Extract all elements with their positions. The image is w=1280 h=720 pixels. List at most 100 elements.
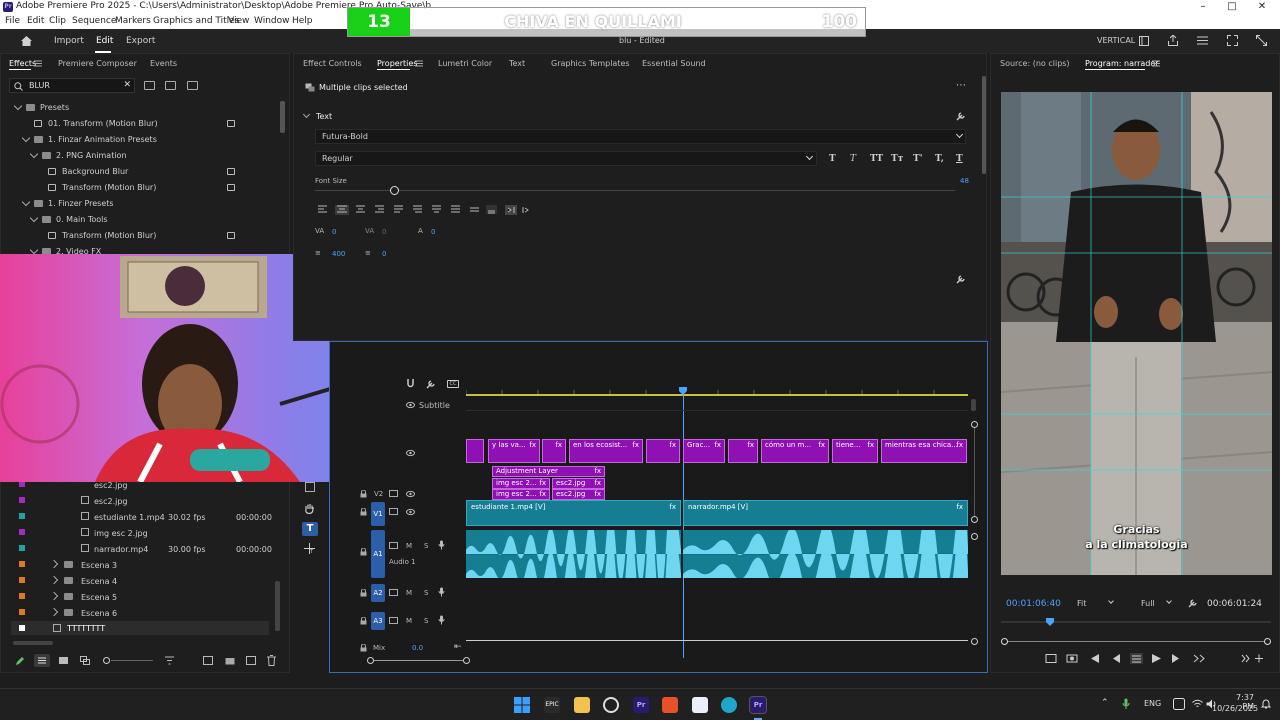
tree-item[interactable]: 01. Transform (Motion Blur) xyxy=(48,119,158,128)
bin-item[interactable]: Escena 5 xyxy=(81,593,117,602)
leading-value[interactable]: 0 xyxy=(382,250,386,258)
icon-view-icon[interactable] xyxy=(59,657,68,664)
caption-clip[interactable]: y las va... fx xyxy=(488,439,540,463)
phone-link-icon[interactable] xyxy=(1173,698,1185,710)
quality-dropdown[interactable]: Full xyxy=(1141,599,1155,608)
wrench-icon[interactable] xyxy=(426,379,436,389)
search-input[interactable]: BLUR xyxy=(29,81,50,90)
image-clip[interactable]: img esc 2... fx xyxy=(492,489,550,500)
tab-menu-icon[interactable] xyxy=(34,60,42,67)
menu-view[interactable]: View xyxy=(228,16,249,26)
caption-clip[interactable]: fx xyxy=(542,439,566,463)
caption-line-1[interactable]: Gracias xyxy=(1001,523,1272,536)
project-item-name[interactable]: img esc 2.jpg xyxy=(94,529,148,538)
program-mini-ruler[interactable] xyxy=(1001,621,1271,623)
zoom-dropdown[interactable]: Fit xyxy=(1077,599,1086,608)
more-options-icon[interactable]: ⋯ xyxy=(956,80,966,91)
type-tool-icon[interactable]: T xyxy=(302,522,318,536)
bin-item[interactable]: Escena 4 xyxy=(81,577,117,586)
superscript-button[interactable]: T' xyxy=(913,154,922,164)
panel-layout-icon[interactable] xyxy=(1139,36,1149,46)
zoom-bar-handle-left[interactable] xyxy=(1001,638,1008,645)
tab-import[interactable]: Import xyxy=(54,36,84,46)
captions-icon[interactable]: CC xyxy=(447,380,459,388)
find-icon[interactable] xyxy=(225,656,235,665)
32bit-effects-icon[interactable] xyxy=(165,81,176,90)
baseline-value[interactable]: 0 xyxy=(431,228,435,236)
tab-menu-icon[interactable] xyxy=(415,60,423,67)
menu-file[interactable]: File xyxy=(5,16,20,26)
menu-lines-icon[interactable] xyxy=(1197,36,1208,45)
font-size-slider-track[interactable] xyxy=(315,190,955,191)
track-target-a1[interactable]: A1 xyxy=(371,530,385,578)
expand-caret-icon[interactable] xyxy=(21,197,31,207)
caption-clip[interactable]: mientras esa chica... fx xyxy=(881,439,967,463)
subtitle-track-lane[interactable] xyxy=(466,399,968,411)
menu-markers[interactable]: Markers xyxy=(115,16,151,26)
project-item-name[interactable]: estudiante 1.mp4 xyxy=(94,513,165,522)
tab-program[interactable]: Program: narrador xyxy=(1085,59,1159,68)
eye-icon[interactable] xyxy=(406,449,415,457)
font-style-dropdown[interactable]: Regular xyxy=(315,151,817,166)
kerning-value[interactable]: 0 xyxy=(332,228,336,236)
tsume-value[interactable]: 400 xyxy=(332,250,345,258)
tab-premiere-composer[interactable]: Premiere Composer xyxy=(58,59,137,68)
sync-lock-icon[interactable] xyxy=(389,542,398,549)
wifi-icon[interactable] xyxy=(1192,699,1203,709)
trash-icon[interactable] xyxy=(267,655,276,666)
expand-caret-icon[interactable] xyxy=(29,213,39,223)
video-scroll-handle[interactable] xyxy=(971,516,978,523)
close-button[interactable]: ✕ xyxy=(1247,1,1277,12)
pen-tool-icon[interactable] xyxy=(305,482,315,492)
caption-line-2[interactable]: a la climatologia xyxy=(1001,538,1272,551)
file-explorer-icon[interactable] xyxy=(574,697,590,713)
mix-scroll-handle[interactable] xyxy=(971,638,978,645)
tab-text[interactable]: Text xyxy=(509,59,525,68)
tree-item[interactable]: Transform (Motion Blur) xyxy=(62,183,156,192)
expand-caret-icon[interactable] xyxy=(29,149,39,159)
tree-item[interactable]: 0. Main Tools xyxy=(56,215,108,224)
share-icon[interactable] xyxy=(1168,35,1178,46)
menu-edit[interactable]: Edit xyxy=(27,16,44,26)
menu-graphics-titles[interactable]: Graphics and Titles xyxy=(153,16,239,26)
project-item-name[interactable]: esc2.jpg xyxy=(94,481,128,490)
caption-clip[interactable]: Grac... fx xyxy=(683,439,725,463)
mute-button[interactable]: M xyxy=(406,589,412,597)
horizontal-scrollbar[interactable] xyxy=(13,641,53,645)
tree-item[interactable]: Transform (Motion Blur) xyxy=(62,231,156,240)
lock-icon[interactable] xyxy=(360,490,367,498)
track-target-v1[interactable]: V1 xyxy=(371,502,385,526)
menu-clip[interactable]: Clip xyxy=(49,16,66,26)
tree-item[interactable]: Presets xyxy=(40,103,69,112)
home-icon[interactable] xyxy=(20,35,33,47)
tab-lumetri-color[interactable]: Lumetri Color xyxy=(438,59,492,68)
menu-help[interactable]: Help xyxy=(292,16,313,26)
solo-button[interactable]: S xyxy=(424,589,428,597)
program-video-frame[interactable]: Gracias a la climatologia xyxy=(1001,92,1272,575)
snap-icon[interactable] xyxy=(406,379,415,388)
transport-controls[interactable] xyxy=(1045,653,1275,664)
image-clip[interactable]: esc2.jpg fx xyxy=(552,478,605,489)
menu-sequence[interactable]: Sequence xyxy=(72,16,116,26)
eye-icon[interactable] xyxy=(406,490,415,498)
expand-caret-icon[interactable] xyxy=(49,591,59,601)
maximize-button[interactable]: □ xyxy=(1217,1,1247,12)
lock-icon[interactable] xyxy=(360,617,367,625)
expand-caret-icon[interactable] xyxy=(13,101,23,111)
timeline-horizontal-scrollbar[interactable] xyxy=(373,660,467,661)
wrench-icon[interactable] xyxy=(956,111,966,121)
tab-graphics-templates[interactable]: Graphics Templates xyxy=(551,59,630,68)
all-caps-button[interactable]: TT xyxy=(870,154,883,164)
tray-overflow-icon[interactable]: ⌃ xyxy=(1101,698,1109,708)
crosshair-tool-icon[interactable]: T xyxy=(304,543,315,554)
brave-browser-icon[interactable] xyxy=(662,697,678,713)
lock-icon[interactable] xyxy=(360,548,367,556)
mix-expand-icon[interactable]: ⇤ xyxy=(454,642,462,652)
tab-menu-icon[interactable] xyxy=(1152,60,1160,67)
program-playhead[interactable] xyxy=(1046,618,1054,626)
tree-item[interactable]: Background Blur xyxy=(62,167,128,176)
track-target-a3[interactable]: A3 xyxy=(371,612,385,630)
playhead-handle[interactable] xyxy=(679,387,687,395)
video-clip-narrador[interactable]: narrador.mp4 [V] fx xyxy=(683,500,968,526)
obs-icon[interactable] xyxy=(603,697,619,713)
